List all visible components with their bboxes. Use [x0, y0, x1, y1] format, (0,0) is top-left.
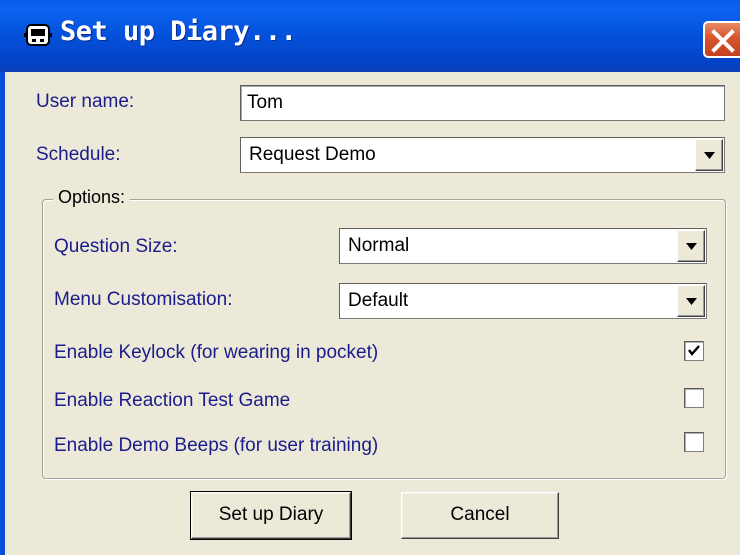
chevron-down-icon	[686, 298, 697, 305]
schedule-value: Request Demo	[249, 144, 376, 165]
question-size-select[interactable]: Normal	[339, 228, 707, 264]
demo-beeps-label: Enable Demo Beeps (for user training)	[54, 435, 379, 456]
cancel-button[interactable]: Cancel	[401, 492, 559, 539]
chevron-down-icon	[704, 152, 715, 159]
user-name-value: Tom	[247, 92, 283, 113]
setup-diary-dialog: Set up Diary... User name: Tom Schedule:…	[0, 0, 740, 555]
menu-customisation-select[interactable]: Default	[339, 283, 707, 319]
menu-customisation-dropdown-button[interactable]	[677, 285, 705, 317]
window-title: Set up Diary...	[60, 16, 297, 47]
demo-beeps-checkbox[interactable]	[684, 432, 704, 452]
user-name-input[interactable]: Tom	[240, 85, 725, 121]
options-legend: Options:	[53, 187, 131, 208]
title-bar[interactable]: Set up Diary...	[0, 0, 740, 72]
setup-diary-button[interactable]: Set up Diary	[190, 491, 352, 540]
diary-device-icon	[24, 24, 52, 46]
question-size-value: Normal	[348, 235, 410, 256]
question-size-label: Question Size:	[54, 236, 178, 257]
chevron-down-icon	[686, 243, 697, 250]
checkmark-icon	[688, 345, 700, 356]
keylock-checkbox[interactable]	[684, 341, 704, 361]
user-name-label: User name:	[36, 91, 135, 112]
keylock-label: Enable Keylock (for wearing in pocket)	[54, 342, 379, 363]
schedule-label: Schedule:	[36, 144, 121, 165]
reaction-game-checkbox[interactable]	[684, 388, 704, 408]
menu-customisation-label: Menu Customisation:	[54, 289, 233, 310]
close-icon	[711, 29, 735, 53]
question-size-dropdown-button[interactable]	[677, 230, 705, 262]
schedule-dropdown-button[interactable]	[695, 139, 723, 171]
schedule-select[interactable]: Request Demo	[240, 137, 725, 173]
menu-customisation-value: Default	[348, 290, 409, 311]
reaction-game-label: Enable Reaction Test Game	[54, 390, 291, 411]
close-button[interactable]	[703, 21, 740, 58]
